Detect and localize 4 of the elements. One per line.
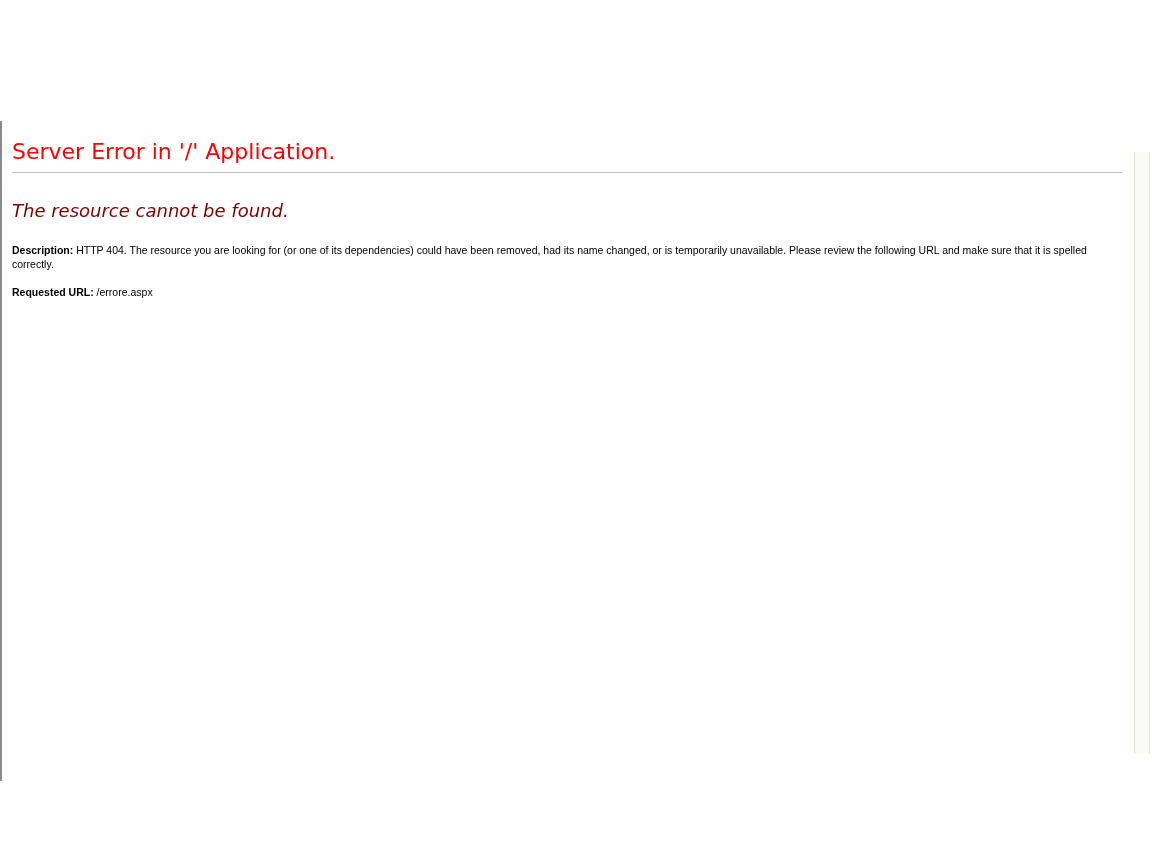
error-description: Description: HTTP 404. The resource you are looking for (or one of its dependencies) could have been removed, had its name changed, or is temporarily unavailable. Please review the following URL and make sure that it is spelled correctly. (12, 243, 1088, 271)
error-title: Server Error in '/' Application. (12, 138, 337, 166)
requested-url: Requested URL: /errore.aspx (12, 285, 154, 299)
error-subtitle: The resource cannot be found. (12, 199, 290, 223)
